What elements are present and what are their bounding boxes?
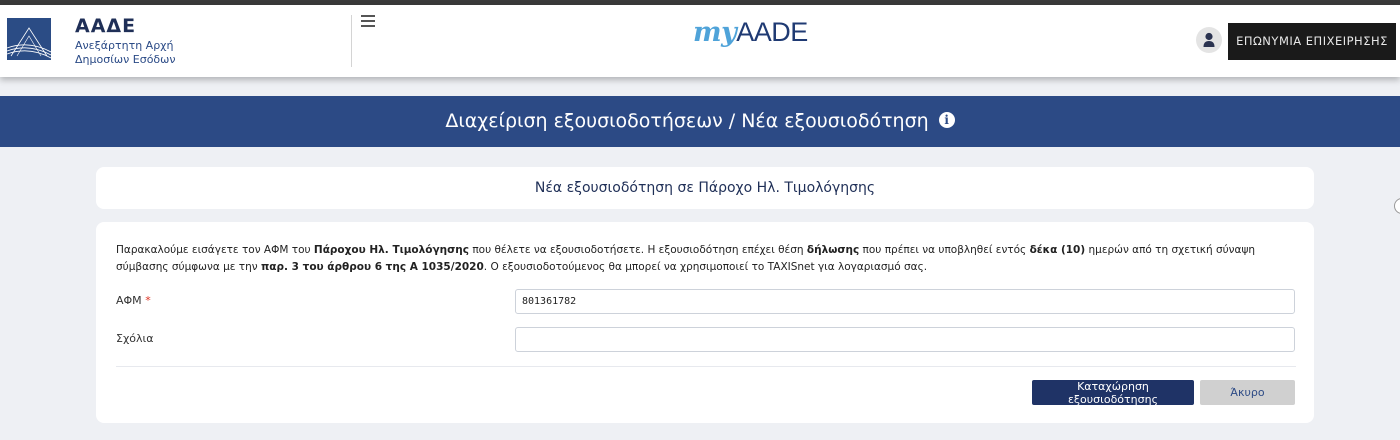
org-name: ΑΑΔΕ Ανεξάρτητη Αρχή Δημοσίων Εσόδων xyxy=(75,15,176,67)
scroll-edge-control[interactable] xyxy=(1394,198,1400,214)
myaade-brand-logo[interactable]: myAADE xyxy=(693,17,808,48)
aade-logo-icon[interactable] xyxy=(7,18,51,60)
hamburger-menu-icon[interactable] xyxy=(361,15,375,27)
cancel-button[interactable]: Άκυρο xyxy=(1200,380,1295,405)
user-avatar-icon[interactable] xyxy=(1196,27,1222,53)
submit-authorization-button[interactable]: Καταχώρηση εξουσιοδότησης xyxy=(1032,380,1194,406)
company-name-button[interactable]: ΕΠΩΝΥΜΙΑ ΕΠΙΧΕΙΡΗΣΗΣ xyxy=(1228,23,1396,60)
info-icon[interactable]: i xyxy=(938,111,955,128)
brand-aade: AADE xyxy=(736,17,808,47)
org-name-line2: Δημοσίων Εσόδων xyxy=(75,53,176,66)
form-description: Παρακαλούμε εισάγετε τον ΑΦΜ του Πάροχου… xyxy=(116,244,1256,273)
page-title: Διαχείριση εξουσιοδοτήσεων / Νέα εξουσιο… xyxy=(445,110,929,132)
page-title-bar: Διαχείριση εξουσιοδοτήσεων / Νέα εξουσιο… xyxy=(0,96,1400,147)
afm-label: ΑΦΜ * xyxy=(116,294,151,307)
authorization-form: Παρακαλούμε εισάγετε τον ΑΦΜ του Πάροχου… xyxy=(96,222,1314,423)
required-mark: * xyxy=(145,294,151,307)
org-acronym: ΑΑΔΕ xyxy=(75,15,137,37)
brand-my: my xyxy=(693,17,737,48)
site-header: ΑΑΔΕ Ανεξάρτητη Αρχή Δημοσίων Εσόδων myA… xyxy=(0,5,1400,77)
org-name-line1: Ανεξάρτητη Αρχή xyxy=(75,39,174,52)
afm-input[interactable] xyxy=(515,289,1295,314)
form-heading-card: Νέα εξουσιοδότηση σε Πάροχο Ηλ. Τιμολόγη… xyxy=(96,167,1314,209)
form-divider xyxy=(116,366,1296,367)
form-heading: Νέα εξουσιοδότηση σε Πάροχο Ηλ. Τιμολόγη… xyxy=(534,180,876,196)
comments-input[interactable] xyxy=(515,327,1295,352)
header-divider xyxy=(351,15,352,67)
comments-label: Σχόλια xyxy=(116,332,154,345)
